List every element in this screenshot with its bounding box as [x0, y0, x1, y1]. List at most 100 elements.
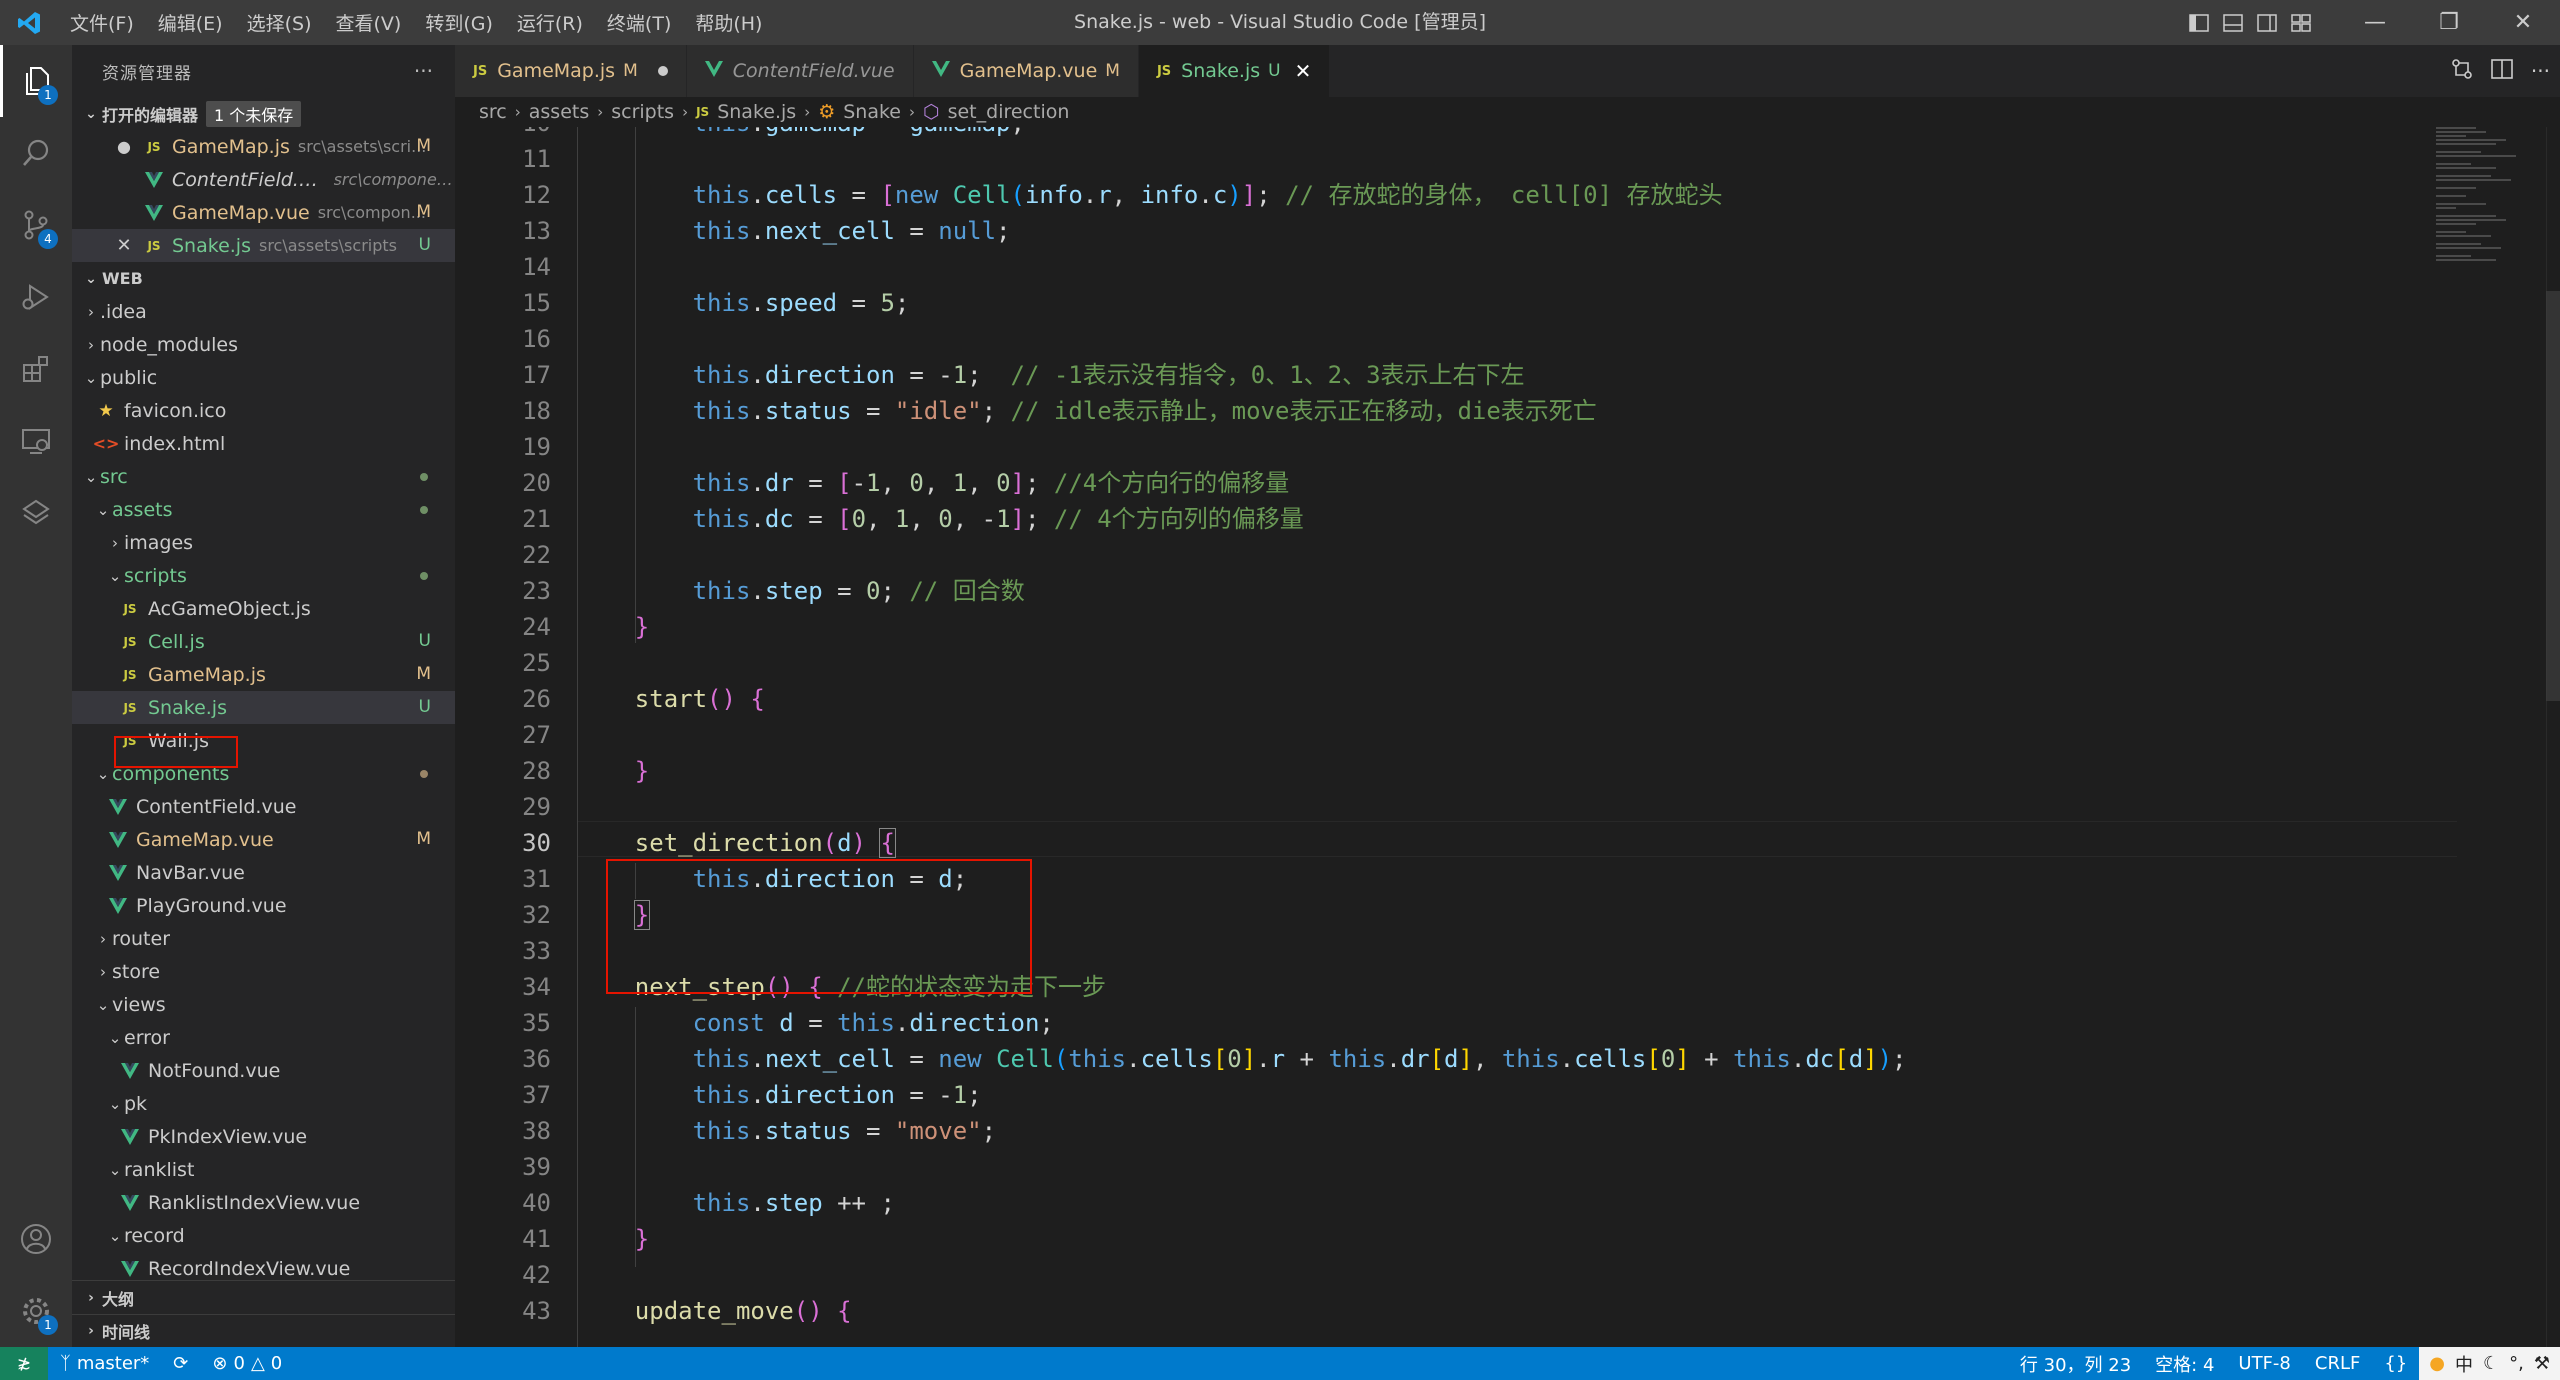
- breadcrumb-item[interactable]: Snake: [843, 101, 901, 123]
- tree-file-item[interactable]: PkIndexView.vue: [72, 1120, 455, 1153]
- tree-folder-item[interactable]: › .idea: [72, 295, 455, 328]
- tree-item-label: src: [100, 465, 128, 488]
- tree-folder-item[interactable]: ⌄ assets: [72, 493, 455, 526]
- toggle-sidebar-icon[interactable]: [2182, 0, 2216, 45]
- menu-file[interactable]: 文件(F): [58, 9, 146, 36]
- toggle-panel-icon[interactable]: [2216, 0, 2250, 45]
- tree-folder-item[interactable]: ⌄ public: [72, 361, 455, 394]
- tree-file-item[interactable]: NotFound.vue: [72, 1054, 455, 1087]
- menu-edit[interactable]: 编辑(E): [146, 9, 235, 36]
- tree-file-item[interactable]: JS Cell.js U: [72, 625, 455, 658]
- tree-file-item[interactable]: JS Snake.js U: [72, 691, 455, 724]
- timeline-section[interactable]: › 时间线: [72, 1314, 455, 1347]
- toggle-secondary-sidebar-icon[interactable]: [2250, 0, 2284, 45]
- tree-folder-item[interactable]: › router: [72, 922, 455, 955]
- breadcrumb-item[interactable]: Snake.js: [717, 101, 796, 123]
- tree-file-item[interactable]: PlayGround.vue: [72, 889, 455, 922]
- tree-folder-item[interactable]: › images: [72, 526, 455, 559]
- menu-help[interactable]: 帮助(H): [683, 9, 774, 36]
- ime-toolbar[interactable]: ● 中 ☾ °, ⚒: [2419, 1347, 2560, 1380]
- tree-folder-item[interactable]: ⌄ record: [72, 1219, 455, 1252]
- close-editor-icon[interactable]: ✕: [112, 235, 136, 256]
- tree-file-item[interactable]: JS GameMap.js M: [72, 658, 455, 691]
- run-debug-icon[interactable]: [0, 261, 72, 333]
- restore-icon[interactable]: ❐: [2412, 0, 2486, 45]
- explorer-more-button[interactable]: ···: [414, 59, 433, 83]
- menu-run[interactable]: 运行(R): [505, 9, 595, 36]
- outline-section[interactable]: › 大纲: [72, 1281, 455, 1314]
- source-control-icon[interactable]: 4: [0, 189, 72, 261]
- dirty-dot-icon[interactable]: [657, 66, 668, 76]
- open-editor-item[interactable]: GameMap.vue src\compon... M: [72, 196, 455, 229]
- manage-gear-icon[interactable]: 1: [0, 1275, 72, 1347]
- close-tab-icon[interactable]: ✕: [1295, 59, 1312, 83]
- vertical-scrollbar[interactable]: [2546, 127, 2560, 1347]
- punctuation-icon[interactable]: °,: [2509, 1353, 2524, 1374]
- breadcrumb-item[interactable]: scripts: [611, 101, 674, 123]
- compare-changes-icon[interactable]: [2451, 58, 2473, 85]
- sync-button[interactable]: ⟳: [161, 1353, 200, 1374]
- menu-terminal[interactable]: 终端(T): [595, 9, 683, 36]
- split-editor-icon[interactable]: [2491, 58, 2513, 84]
- tree-folder-item[interactable]: › store: [72, 955, 455, 988]
- scrollbar-thumb[interactable]: [2546, 291, 2560, 701]
- tab-status: M: [623, 61, 638, 81]
- accounts-icon[interactable]: [0, 1203, 72, 1275]
- ime-mode[interactable]: 中: [2455, 1351, 2473, 1377]
- search-icon[interactable]: [0, 117, 72, 189]
- tab-snake-js[interactable]: JS Snake.js U ✕: [1138, 45, 1331, 97]
- cursor-position[interactable]: 行 30，列 23: [2008, 1351, 2143, 1377]
- tree-folder-item[interactable]: ⌄ src: [72, 460, 455, 493]
- dirty-dot-icon[interactable]: ●: [112, 137, 136, 156]
- tree-folder-item[interactable]: ⌄ ranklist: [72, 1153, 455, 1186]
- workspace-section[interactable]: ⌄ WEB: [72, 262, 455, 295]
- language-mode[interactable]: {}: [2372, 1353, 2419, 1374]
- wrench-icon[interactable]: ⚒: [2534, 1353, 2550, 1374]
- tab-contentfield-vue[interactable]: ContentField.vue: [686, 45, 914, 97]
- remote-explorer-icon[interactable]: [0, 405, 72, 477]
- extensions-icon[interactable]: [0, 333, 72, 405]
- tree-folder-item[interactable]: ⌄ scripts: [72, 559, 455, 592]
- menu-view[interactable]: 查看(V): [324, 9, 414, 36]
- tree-file-item[interactable]: RanklistIndexView.vue: [72, 1186, 455, 1219]
- tab-gamemap-js[interactable]: JS GameMap.js M: [455, 45, 687, 97]
- tree-folder-item[interactable]: › node_modules: [72, 328, 455, 361]
- ime-logo-icon: ●: [2429, 1353, 2445, 1374]
- open-editors-section[interactable]: ⌄ 打开的编辑器 1 个未保存: [72, 97, 455, 130]
- open-editor-item[interactable]: ● JS GameMap.js src\assets\scri... M: [72, 130, 455, 163]
- tab-label: ContentField.vue: [732, 60, 895, 82]
- tree-file-item[interactable]: <> index.html: [72, 427, 455, 460]
- minimize-icon[interactable]: —: [2338, 0, 2412, 45]
- close-icon[interactable]: ✕: [2486, 0, 2560, 45]
- tree-file-item[interactable]: ★ favicon.ico: [72, 394, 455, 427]
- remote-indicator-icon[interactable]: ≵: [0, 1347, 48, 1380]
- breadcrumb-item[interactable]: src: [479, 101, 507, 123]
- end-of-line[interactable]: CRLF: [2303, 1353, 2372, 1374]
- tree-file-item[interactable]: NavBar.vue: [72, 856, 455, 889]
- menu-selection[interactable]: 选择(S): [235, 9, 324, 36]
- customize-layout-icon[interactable]: [2284, 0, 2318, 45]
- problems-status[interactable]: ⊗ 0 △ 0: [200, 1353, 294, 1374]
- moon-icon[interactable]: ☾: [2483, 1353, 2499, 1374]
- tree-file-item[interactable]: ContentField.vue: [72, 790, 455, 823]
- git-branch-status[interactable]: ᛉ master*: [48, 1353, 161, 1374]
- open-editor-item-active[interactable]: ✕ JS Snake.js src\assets\scripts U: [72, 229, 455, 262]
- tree-folder-item[interactable]: ⌄ error: [72, 1021, 455, 1054]
- minimap[interactable]: [2436, 127, 2546, 327]
- open-editor-item[interactable]: ContentField.vue src\components: [72, 163, 455, 196]
- code-editor[interactable]: 10 11 12 13 14 15 16 17 18 19 20 21 22 23 24 25 26 27 28 29…: [455, 127, 2560, 1347]
- more-actions-icon[interactable]: ···: [2531, 59, 2550, 83]
- encoding[interactable]: UTF-8: [2226, 1353, 2302, 1374]
- breadcrumb-item[interactable]: assets: [529, 101, 589, 123]
- explorer-icon[interactable]: 1: [0, 45, 72, 117]
- tree-folder-item[interactable]: ⌄ pk: [72, 1087, 455, 1120]
- indentation[interactable]: 空格: 4: [2143, 1351, 2226, 1377]
- breadcrumb-item[interactable]: set_direction: [948, 101, 1070, 123]
- tree-file-item[interactable]: GameMap.vue M: [72, 823, 455, 856]
- menu-go[interactable]: 转到(G): [413, 9, 505, 36]
- timeline-extension-icon[interactable]: [0, 477, 72, 549]
- tab-gamemap-vue[interactable]: GameMap.vue M: [913, 45, 1139, 97]
- tree-file-item[interactable]: JS AcGameObject.js: [72, 592, 455, 625]
- tree-folder-item[interactable]: ⌄ views: [72, 988, 455, 1021]
